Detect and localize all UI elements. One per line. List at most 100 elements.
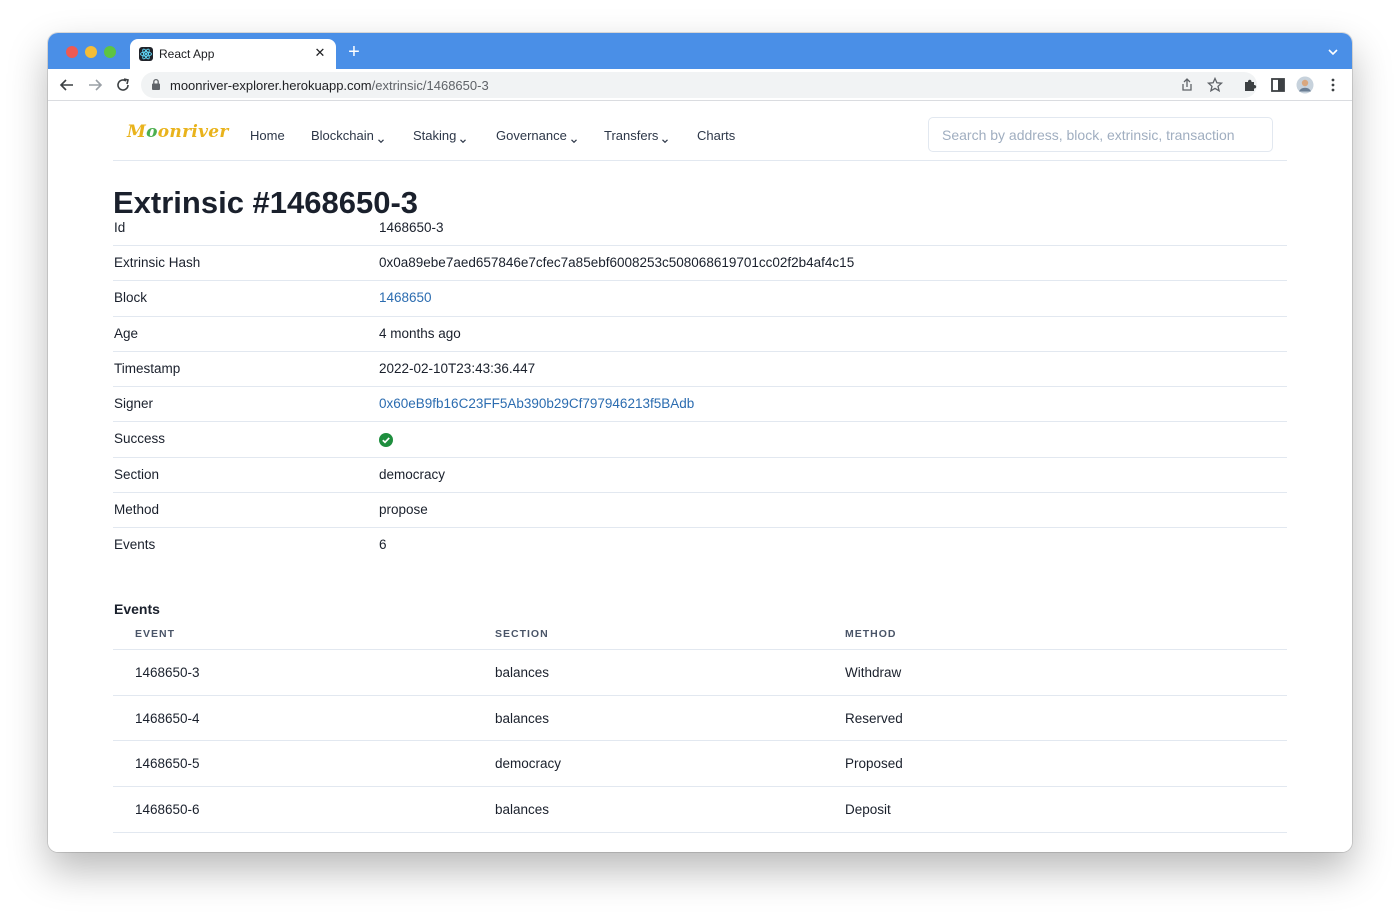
detail-row-section: Section democracy [113, 458, 1287, 494]
detail-key: Timestamp [114, 360, 181, 376]
react-favicon-icon [139, 47, 153, 61]
nav-home[interactable]: Home [250, 128, 285, 143]
minimize-window-button[interactable] [85, 46, 97, 58]
profile-avatar-icon[interactable] [1296, 76, 1314, 94]
event-id: 1468650-5 [135, 756, 200, 772]
nav-label: Blockchain [311, 128, 374, 143]
event-section: democracy [495, 756, 562, 772]
table-row[interactable]: 1468650-6 balances Deposit [113, 787, 1287, 833]
detail-row-timestamp: Timestamp 2022-02-10T23:43:36.447 [113, 352, 1287, 388]
detail-row-age: Age 4 months ago [113, 317, 1287, 352]
url-host: moonriver-explorer.herokuapp.com [170, 78, 372, 93]
chevron-down-icon [377, 133, 385, 143]
event-id: 1468650-3 [135, 665, 200, 680]
nav-blockchain[interactable]: Blockchain [311, 128, 385, 143]
table-row[interactable]: 1468650-3 balances Withdraw [113, 650, 1287, 696]
event-section: balances [495, 665, 550, 680]
events-table-header: EVENT SECTION METHOD [113, 619, 1287, 650]
nav-label: Staking [413, 128, 457, 143]
browser-tab-strip: React App ✕ + [48, 33, 1352, 69]
nav-governance[interactable]: Governance [496, 128, 578, 143]
browser-tab-active[interactable]: React App ✕ [130, 39, 336, 69]
moonriver-logo[interactable]: Moonriver [127, 122, 229, 142]
back-arrow-icon[interactable] [56, 74, 78, 96]
detail-row-block: Block 1468650 [113, 281, 1287, 317]
detail-key: Events [114, 537, 156, 553]
event-id: 1468650-6 [135, 802, 200, 818]
nav-staking[interactable]: Staking [413, 128, 467, 143]
extensions-puzzle-icon[interactable] [1241, 76, 1259, 94]
reload-icon[interactable] [112, 74, 134, 96]
event-section: balances [495, 802, 550, 818]
table-row[interactable]: 1468650-5 democracy Proposed [113, 741, 1287, 788]
detail-value: 2022-02-10T23:43:36.447 [379, 360, 536, 376]
share-icon[interactable] [1178, 76, 1196, 94]
forward-arrow-icon[interactable] [84, 74, 106, 96]
column-header-method: METHOD [845, 628, 897, 640]
detail-value: 6 [379, 537, 387, 553]
detail-key: Signer [114, 396, 154, 412]
chevron-down-icon [459, 133, 467, 143]
detail-key: Success [114, 431, 166, 447]
nav-label: Transfers [604, 128, 659, 143]
chevron-down-icon [661, 133, 669, 143]
column-header-section: SECTION [495, 628, 549, 640]
close-window-button[interactable] [66, 46, 78, 58]
detail-row-success: Success [113, 422, 1287, 458]
event-method: Deposit [845, 802, 891, 818]
event-section: balances [495, 710, 550, 726]
event-method: Proposed [845, 756, 903, 772]
search-input[interactable] [928, 117, 1273, 152]
address-bar[interactable]: moonriver-explorer.herokuapp.com/extrins… [141, 72, 1257, 98]
side-panel-icon[interactable] [1269, 76, 1287, 94]
extrinsic-details-table: Id 1468650-3 Extrinsic Hash 0x0a89ebe7ae… [113, 212, 1287, 564]
tab-search-chevron-icon[interactable] [1326, 45, 1340, 59]
events-heading: Events [114, 601, 160, 617]
event-method: Withdraw [845, 665, 902, 680]
detail-row-events: Events 6 [113, 528, 1287, 563]
nav-transfers[interactable]: Transfers [604, 128, 669, 143]
new-tab-icon[interactable]: + [344, 42, 364, 62]
browser-window: React App ✕ + moonriver-explorer.herokua… [48, 33, 1352, 852]
detail-value: propose [379, 502, 428, 518]
browser-toolbar: moonriver-explorer.herokuapp.com/extrins… [48, 69, 1352, 101]
detail-row-extrinsic-hash: Extrinsic Hash 0x0a89ebe7aed657846e7cfec… [113, 246, 1287, 282]
detail-key: Age [114, 325, 139, 341]
page-content: Moonriver Home Blockchain Staking Govern… [48, 101, 1352, 852]
bookmark-star-icon[interactable] [1206, 76, 1224, 94]
site-header: Moonriver Home Blockchain Staking Govern… [113, 101, 1287, 161]
detail-key: Id [114, 220, 126, 235]
logo-letter-m: M [127, 122, 147, 142]
more-menu-icon[interactable] [1324, 76, 1342, 94]
success-check-icon [379, 433, 393, 448]
block-link[interactable]: 1468650 [379, 290, 432, 305]
detail-value: 1468650-3 [379, 220, 444, 235]
nav-label: Charts [697, 128, 736, 143]
tab-title: React App [159, 47, 215, 61]
nav-charts[interactable]: Charts [697, 128, 735, 143]
chevron-down-icon [570, 133, 578, 143]
nav-label: Governance [496, 128, 567, 143]
detail-row-id: Id 1468650-3 [113, 212, 1287, 246]
detail-key: Block [114, 290, 148, 306]
detail-row-method: Method propose [113, 493, 1287, 529]
detail-value: 0x0a89ebe7aed657846e7cfec7a85ebf6008253c… [379, 255, 855, 270]
detail-key: Method [114, 502, 160, 518]
tab-close-icon[interactable]: ✕ [312, 45, 328, 61]
logo-letter-o: o [146, 122, 158, 142]
url-text[interactable]: moonriver-explorer.herokuapp.com/extrins… [170, 78, 489, 93]
signer-link[interactable]: 0x60eB9fb16C23FF5Ab390b29Cf797946213f5BA… [379, 396, 694, 411]
lock-icon[interactable] [151, 78, 161, 91]
detail-value: 4 months ago [379, 325, 461, 341]
events-table: EVENT SECTION METHOD 1468650-3 balances … [113, 619, 1287, 833]
column-header-event: EVENT [135, 628, 176, 640]
url-path: /extrinsic/1468650-3 [371, 78, 489, 93]
nav-label: Home [250, 128, 285, 143]
detail-key: Section [114, 466, 160, 482]
detail-value: democracy [379, 466, 446, 482]
detail-row-signer: Signer 0x60eB9fb16C23FF5Ab390b29Cf797946… [113, 387, 1287, 423]
event-id: 1468650-4 [135, 710, 200, 726]
maximize-window-button[interactable] [104, 46, 116, 58]
logo-rest: onriver [157, 122, 229, 142]
table-row[interactable]: 1468650-4 balances Reserved [113, 696, 1287, 742]
